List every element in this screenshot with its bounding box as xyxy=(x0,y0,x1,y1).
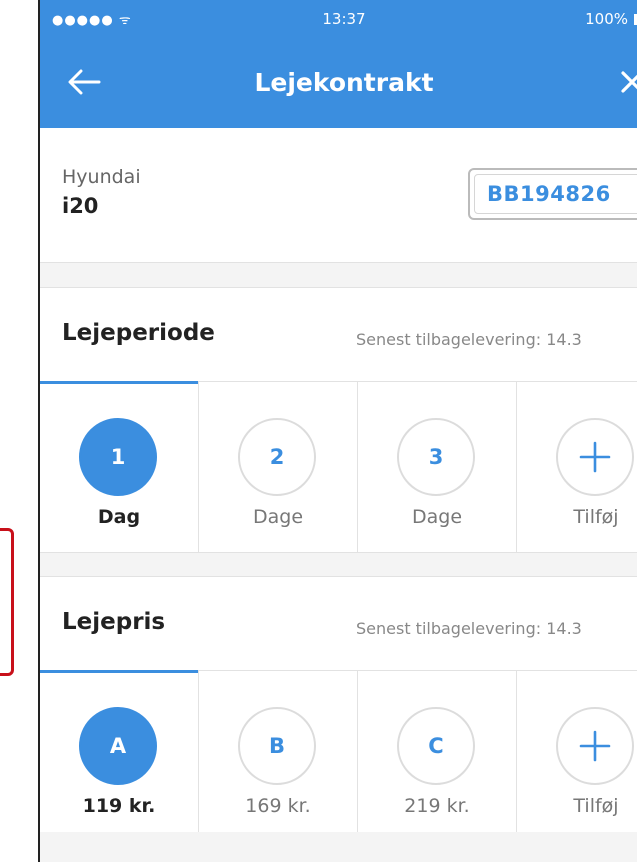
price-option-b[interactable]: B 169 kr. xyxy=(199,671,358,841)
period-option-1[interactable]: 1 Dag xyxy=(40,381,199,552)
outside-area xyxy=(0,0,40,862)
period-option-label: Dage xyxy=(252,506,304,528)
highlight-marker xyxy=(0,528,14,676)
rental-period-return: Senest tilbagelevering: 14.3 xyxy=(356,330,582,349)
price-option-a[interactable]: A 119 kr. xyxy=(40,670,199,841)
period-option-circle: 3 xyxy=(397,418,475,496)
price-option-circle: A xyxy=(79,707,157,785)
status-time: 13:37 xyxy=(322,10,366,28)
period-option-2[interactable]: 2 Dage xyxy=(199,382,358,552)
license-plate: BB194826 xyxy=(468,168,637,220)
car-brand: Hyundai xyxy=(62,166,141,188)
car-model: i20 xyxy=(62,194,99,218)
period-option-add[interactable]: Tilføj xyxy=(517,382,637,552)
period-option-label: Dag xyxy=(97,506,141,528)
price-option-label: 169 kr. xyxy=(245,795,311,817)
page-title: Lejekontrakt xyxy=(254,68,434,97)
period-option-circle: 2 xyxy=(238,418,316,496)
close-button[interactable] xyxy=(612,58,637,106)
plus-icon xyxy=(556,418,634,496)
phone-screen: ●●●●● ᯤ 13:37 100% Lejekontrakt Hyundai … xyxy=(38,0,637,862)
price-option-circle: C xyxy=(397,707,475,785)
period-option-label: Dage xyxy=(411,506,463,528)
period-option-3[interactable]: 3 Dage xyxy=(358,382,517,552)
battery-indicator: 100% xyxy=(585,10,637,28)
plus-icon-glyph xyxy=(579,441,611,473)
rental-price-options: A 119 kr. B 169 kr. C 219 kr. Tilføj xyxy=(40,670,637,842)
license-plate-text: BB194826 xyxy=(474,174,637,214)
period-option-circle: 1 xyxy=(79,418,157,496)
rental-period-options: 1 Dag 2 Dage 3 Dage Tilføj xyxy=(40,381,637,553)
plus-icon xyxy=(556,707,634,785)
bottom-spacer xyxy=(40,832,637,862)
rental-period-header: Lejeperiode Senest tilbagelevering: 14.3 xyxy=(40,287,637,381)
price-option-label: 219 kr. xyxy=(404,795,470,817)
plus-icon-glyph xyxy=(579,730,611,762)
period-option-label: Tilføj xyxy=(573,506,619,528)
price-option-label: 119 kr. xyxy=(82,795,156,817)
price-option-c[interactable]: C 219 kr. xyxy=(358,671,517,841)
battery-percent: 100% xyxy=(585,10,628,28)
top-bar: ●●●●● ᯤ 13:37 100% Lejekontrakt xyxy=(40,0,637,128)
rental-price-return: Senest tilbagelevering: 14.3 xyxy=(356,619,582,638)
rental-price-title: Lejepris xyxy=(62,609,166,635)
status-bar: ●●●●● ᯤ 13:37 100% xyxy=(40,0,637,40)
price-option-circle: B xyxy=(238,707,316,785)
close-icon xyxy=(621,71,637,93)
price-option-label: Tilføj xyxy=(573,795,619,817)
car-card: Hyundai i20 BB194826 xyxy=(40,128,637,263)
price-option-add[interactable]: Tilføj xyxy=(517,671,637,841)
rental-price-header: Lejepris Senest tilbagelevering: 14.3 xyxy=(40,576,637,670)
rental-period-title: Lejeperiode xyxy=(62,320,215,346)
